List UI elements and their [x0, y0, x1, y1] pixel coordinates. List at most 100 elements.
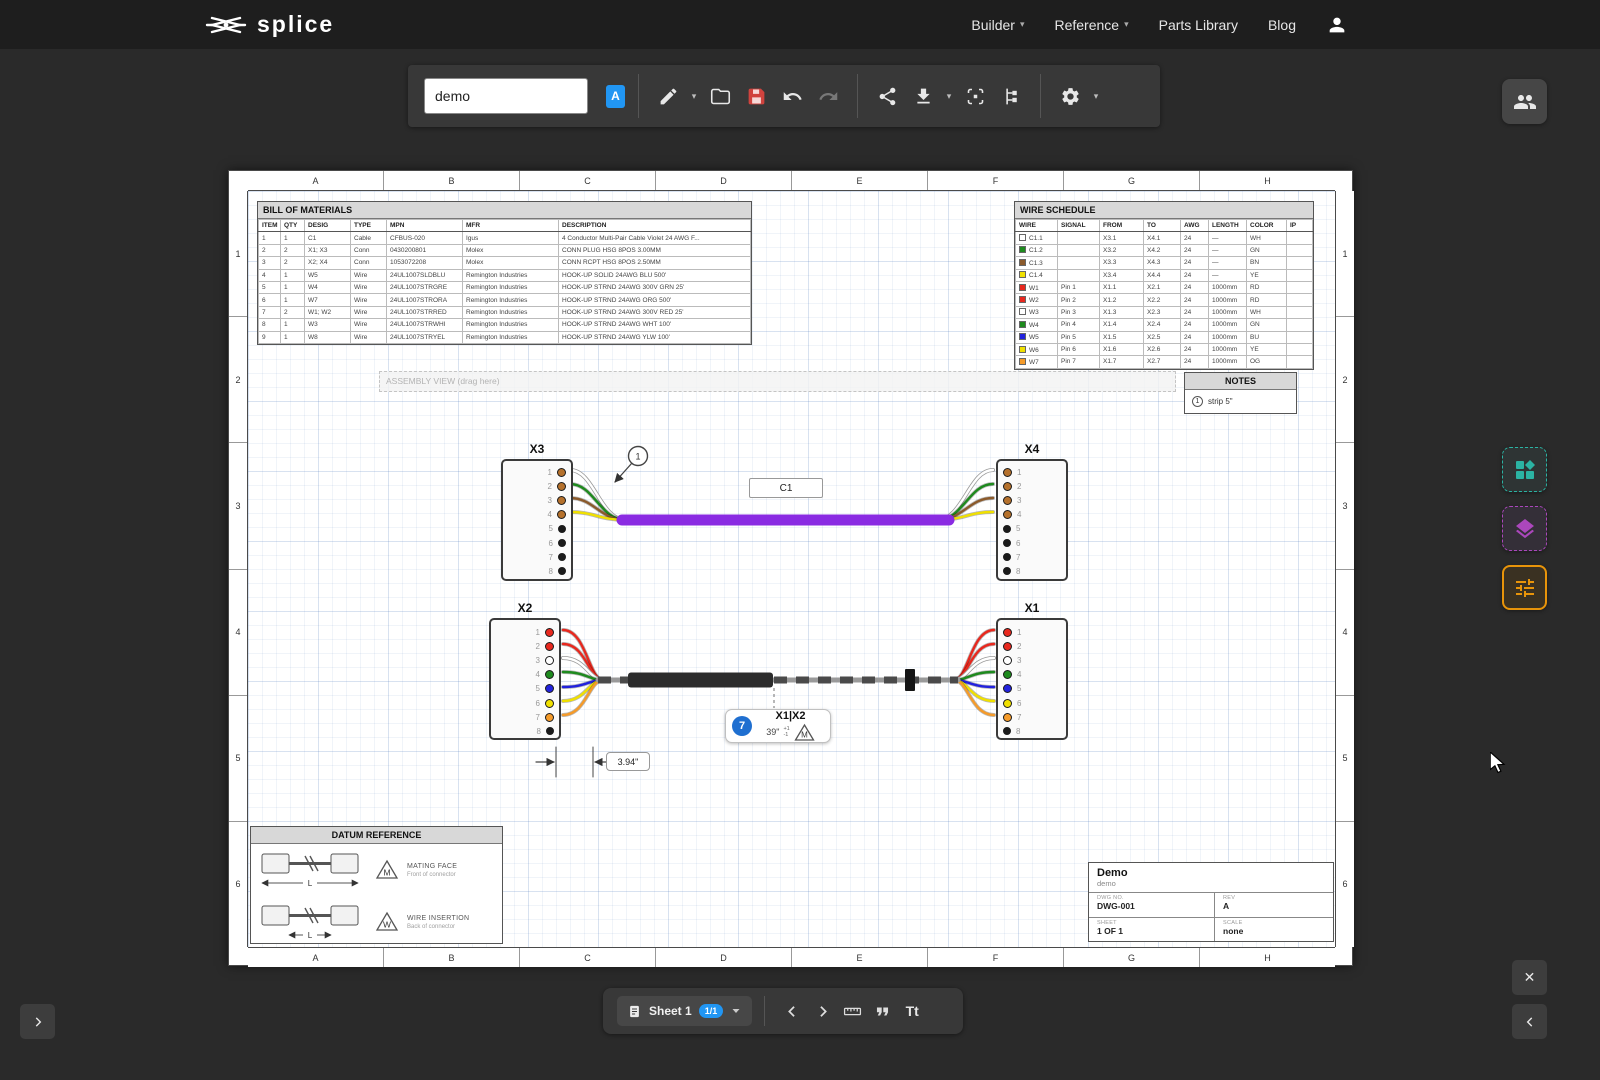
sheet-column-labels-bottom: A BCDEFGH [248, 947, 1335, 967]
dimension-tool-button[interactable] [837, 994, 867, 1028]
connector-x4[interactable]: X4 1 2 3 4 5 6 7 8 [996, 442, 1068, 581]
download-button[interactable] [907, 75, 939, 117]
wire-schedule-cell: 24 [1180, 342, 1209, 357]
wire-schedule-row: C1.1 X3.1 X4.1 24— WH [1015, 231, 1313, 245]
settings-caret[interactable]: ▾ [1090, 91, 1102, 102]
pin-contact [545, 641, 554, 651]
settings-button[interactable] [1054, 75, 1086, 117]
wire-schedule-cell: Pin 6 [1057, 342, 1100, 357]
nav-item-reference[interactable]: Reference ▾ [1054, 17, 1128, 33]
app-logo[interactable]: splice [205, 11, 334, 39]
pin-contact [1003, 539, 1011, 547]
nav-item-builder[interactable]: Builder ▾ [971, 17, 1024, 33]
close-panel-button[interactable]: ✕ [1512, 960, 1547, 995]
length-callout[interactable]: 7 X1|X2 39" +1 -1 M [725, 709, 831, 743]
pin-contact [1003, 467, 1012, 477]
wire-schedule-cell: X2.6 [1143, 342, 1181, 357]
pin-number: 8 [1016, 726, 1021, 736]
sheet-col-label: H [1199, 171, 1335, 190]
parts-panel-button[interactable] [1502, 447, 1547, 492]
bom-cell: Cable [350, 231, 387, 245]
caret-down-icon [732, 1009, 740, 1013]
shapes-icon [1515, 459, 1535, 479]
properties-panel-button[interactable] [1502, 565, 1547, 610]
share-button[interactable] [871, 75, 903, 117]
sheet-selector-button[interactable]: Sheet 1 1/1 [617, 996, 753, 1026]
pin-number: 1 [547, 467, 552, 477]
bom-cell: HOOK-UP STRND 24AWG ORG 500' [558, 293, 751, 307]
caret-down-icon: ▾ [1124, 19, 1129, 29]
toolbar-divider [1040, 74, 1041, 118]
pin-contact [545, 670, 554, 680]
open-button[interactable] [704, 75, 736, 117]
wire-schedule-cell [1057, 268, 1100, 282]
bom-cell: Molex [462, 243, 559, 258]
pin-contact [545, 627, 554, 637]
wire-schedule-cell: 1000mm [1208, 355, 1247, 369]
next-sheet-button[interactable] [807, 994, 837, 1028]
text-tool-button[interactable]: Tt [897, 994, 927, 1028]
undo-button[interactable] [776, 75, 808, 117]
collapse-right-button[interactable] [1512, 1004, 1547, 1039]
pin-number: 6 [535, 698, 540, 708]
bom-row: 4 1 W5 Wire 24UL1007SLDBLU Remington Industri… [258, 268, 751, 282]
connector-pin: 2 [1003, 479, 1024, 493]
note-tool-button[interactable] [867, 994, 897, 1028]
bom-row: 8 1 W3 Wire 24UL1007STRWHI Remington Industri… [258, 318, 751, 332]
layout-button[interactable] [995, 75, 1027, 117]
dimension-label[interactable]: 3.94" [606, 752, 650, 771]
notes-box[interactable]: NOTES 1 strip 5" [1184, 372, 1297, 414]
filename-input[interactable] [424, 78, 588, 114]
bom-cell: Wire [350, 318, 387, 332]
fit-view-button[interactable] [959, 75, 991, 117]
wire-color-swatch [1019, 283, 1026, 291]
pin-number: 4 [1017, 510, 1022, 520]
cable-c1-label[interactable]: C1 [749, 478, 823, 498]
autosave-badge-button[interactable]: A [606, 84, 625, 108]
edit-caret[interactable]: ▾ [688, 91, 700, 102]
pin-number: 5 [1016, 524, 1021, 534]
account-button[interactable] [1326, 14, 1348, 36]
bom-cell: 7 [258, 305, 281, 320]
wire-schedule-header-cell: TO [1143, 218, 1181, 233]
bom-cell: 9 [258, 330, 281, 344]
download-caret[interactable]: ▾ [943, 91, 955, 102]
assembly-view-dropzone[interactable]: ASSEMBLY VIEW (drag here) [379, 371, 1176, 392]
prev-sheet-button[interactable] [777, 994, 807, 1028]
redo-button[interactable] [812, 75, 844, 117]
wire-schedule-header-cell: AWG [1180, 218, 1209, 233]
sheet-canvas[interactable]: 1 BILL OF MATERIALS ITEM QTY DESIG TYPE MPN M… [248, 191, 1335, 947]
wire-schedule[interactable]: WIRE SCHEDULE WIRE SIGNAL FROM TO AWG LENGTH C… [1014, 201, 1314, 370]
connector-x2[interactable]: X2 1 2 3 4 5 6 7 8 [489, 601, 561, 740]
expand-left-button[interactable] [20, 1004, 55, 1039]
wire-cell: W3 [1015, 305, 1058, 320]
pin-contact [558, 539, 566, 547]
wire-schedule-cell: X4.1 [1143, 231, 1181, 245]
layers-panel-button[interactable] [1502, 506, 1547, 551]
nav-item-blog[interactable]: Blog [1268, 17, 1296, 33]
collaborators-button[interactable] [1502, 79, 1547, 124]
nav-item-parts-library[interactable]: Parts Library [1159, 17, 1238, 33]
wire-color-swatch [1019, 296, 1026, 304]
pin-contact [1003, 670, 1012, 680]
connector-x1[interactable]: X1 1 2 3 4 5 6 7 8 [996, 601, 1068, 740]
save-button[interactable] [740, 75, 772, 117]
person-icon [1329, 17, 1345, 32]
wire-schedule-cell: 24 [1180, 256, 1209, 270]
edit-button[interactable] [652, 75, 684, 117]
connector-x3[interactable]: X3 1 2 3 4 5 6 7 8 [501, 442, 573, 581]
wire-schedule-cell: WH [1246, 231, 1287, 245]
wire-schedule-row: C1.4 X3.4 X4.4 24— YE [1015, 268, 1313, 282]
connector-pin: 3 [1003, 653, 1024, 667]
connector-pin: 6 [1003, 696, 1024, 710]
wire-schedule-cell: 1000mm [1208, 318, 1247, 332]
layers-icon [1515, 518, 1534, 538]
pin-contact [1003, 684, 1012, 694]
bom-cell: W5 [304, 268, 351, 282]
connector-pin: 1 [533, 625, 554, 639]
pin-number: 7 [548, 552, 553, 562]
pin-contact [558, 567, 566, 576]
sheet-row-label: 3 [1336, 442, 1354, 568]
bill-of-materials[interactable]: BILL OF MATERIALS ITEM QTY DESIG TYPE MPN MFR… [257, 201, 752, 345]
wire-schedule-cell: GN [1246, 318, 1287, 332]
